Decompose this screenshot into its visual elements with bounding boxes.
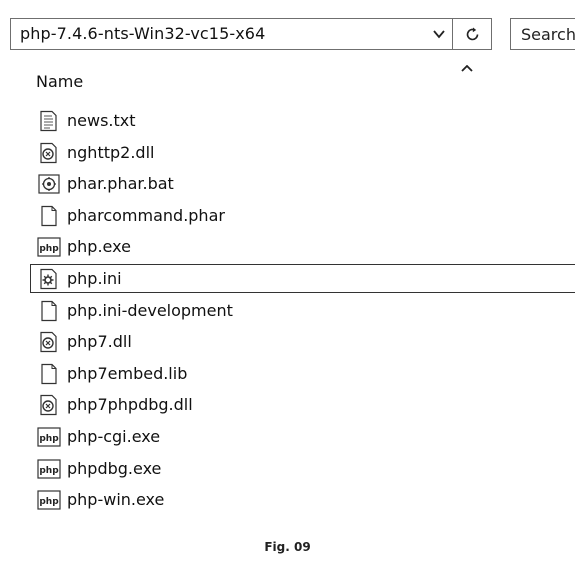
file-list: news.txt nghttp2.dll phar.phar.bat pharcomm… [0, 105, 575, 516]
column-header-name[interactable]: Name [0, 62, 575, 102]
file-name: phpdbg.exe [67, 458, 162, 478]
batch-file-icon [37, 173, 61, 195]
file-name: php7embed.lib [67, 363, 188, 383]
file-item[interactable]: php.ini-development [0, 295, 575, 327]
php-exe-icon: php [37, 489, 61, 511]
dll-file-icon [37, 142, 61, 164]
file-item[interactable]: php7.dll [0, 326, 575, 358]
refresh-icon [466, 27, 479, 41]
file-name: php7phpdbg.dll [67, 395, 193, 415]
php-exe-icon: php [37, 236, 61, 258]
file-name: php-cgi.exe [67, 426, 161, 446]
chevron-down-icon[interactable] [431, 26, 447, 42]
address-bar[interactable]: php-7.4.6-nts-Win32-vc15-x64 [10, 18, 453, 50]
svg-text:php: php [39, 497, 59, 507]
php-exe-icon: php [37, 458, 61, 480]
file-item[interactable]: php7phpdbg.dll [0, 389, 575, 421]
blank-file-icon [37, 363, 61, 385]
file-item[interactable]: php php-win.exe [0, 484, 575, 516]
php-exe-icon: php [37, 426, 61, 448]
column-header-label: Name [36, 72, 84, 91]
file-name: php.ini [67, 268, 122, 288]
file-item[interactable]: php php.exe [0, 231, 575, 263]
refresh-button[interactable] [453, 18, 492, 50]
text-file-icon [37, 110, 61, 132]
file-name: phar.phar.bat [67, 174, 174, 194]
svg-text:php: php [39, 466, 59, 476]
file-item[interactable]: phar.phar.bat [0, 168, 575, 200]
toolbar: php-7.4.6-nts-Win32-vc15-x64 [0, 0, 575, 62]
svg-text:php: php [39, 244, 59, 254]
blank-file-icon [37, 300, 61, 322]
search-box[interactable] [510, 18, 575, 50]
settings-file-icon [37, 268, 61, 290]
search-input[interactable] [511, 19, 575, 49]
address-path[interactable]: php-7.4.6-nts-Win32-vc15-x64 [20, 24, 265, 43]
file-item[interactable]: nghttp2.dll [0, 137, 575, 169]
file-name: php-win.exe [67, 490, 165, 510]
file-name: php.exe [67, 237, 131, 257]
file-item[interactable]: php.ini [0, 263, 575, 295]
file-name: php.ini-development [67, 300, 233, 320]
file-name: nghttp2.dll [67, 142, 155, 162]
figure-caption: Fig. 09 [264, 540, 311, 554]
file-name: news.txt [67, 111, 136, 130]
file-item[interactable]: news.txt [0, 105, 575, 137]
dll-file-icon [37, 331, 61, 353]
file-item[interactable]: php phpdbg.exe [0, 453, 575, 485]
file-item[interactable]: php7embed.lib [0, 358, 575, 390]
svg-text:php: php [39, 434, 59, 444]
file-name: php7.dll [67, 332, 132, 352]
dll-file-icon [37, 394, 61, 416]
blank-file-icon [37, 205, 61, 227]
file-item[interactable]: pharcommand.phar [0, 200, 575, 232]
file-name: pharcommand.phar [67, 205, 225, 225]
file-item[interactable]: php php-cgi.exe [0, 421, 575, 453]
sort-ascending-icon [461, 65, 473, 72]
